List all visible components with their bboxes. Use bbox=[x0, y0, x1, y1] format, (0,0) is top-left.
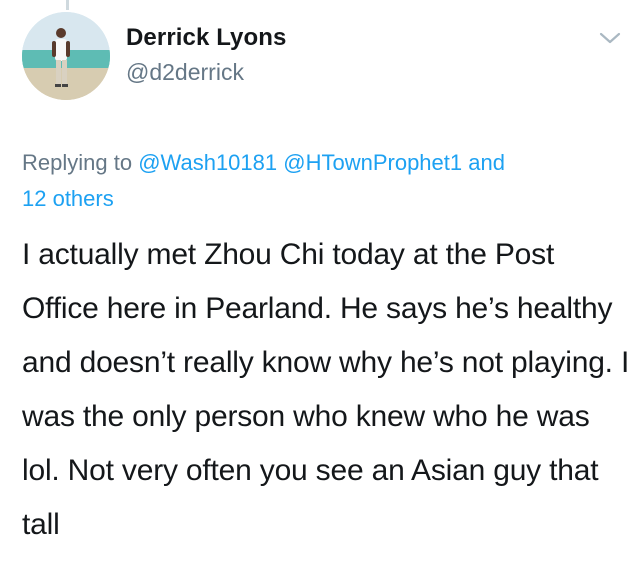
replying-to: Replying to @Wash10181 @HTownProphet1 an… bbox=[22, 145, 622, 217]
tweet-card: Derrick Lyons @d2derrick Replying to @Wa… bbox=[0, 0, 640, 571]
mention-link[interactable]: @Wash10181 bbox=[138, 150, 277, 175]
display-name[interactable]: Derrick Lyons bbox=[126, 24, 286, 52]
avatar[interactable] bbox=[22, 12, 110, 100]
others-link[interactable]: 12 others bbox=[22, 186, 114, 211]
replying-suffix[interactable]: and bbox=[462, 150, 505, 175]
mention-link[interactable]: @HTownProphet1 bbox=[283, 150, 462, 175]
thread-line bbox=[66, 0, 69, 10]
chevron-down-icon[interactable] bbox=[598, 30, 622, 46]
tweet-text: I actually met Zhou Chi today at the Pos… bbox=[22, 238, 630, 541]
replying-prefix: Replying to bbox=[22, 150, 139, 175]
user-handle[interactable]: @d2derrick bbox=[126, 59, 244, 86]
